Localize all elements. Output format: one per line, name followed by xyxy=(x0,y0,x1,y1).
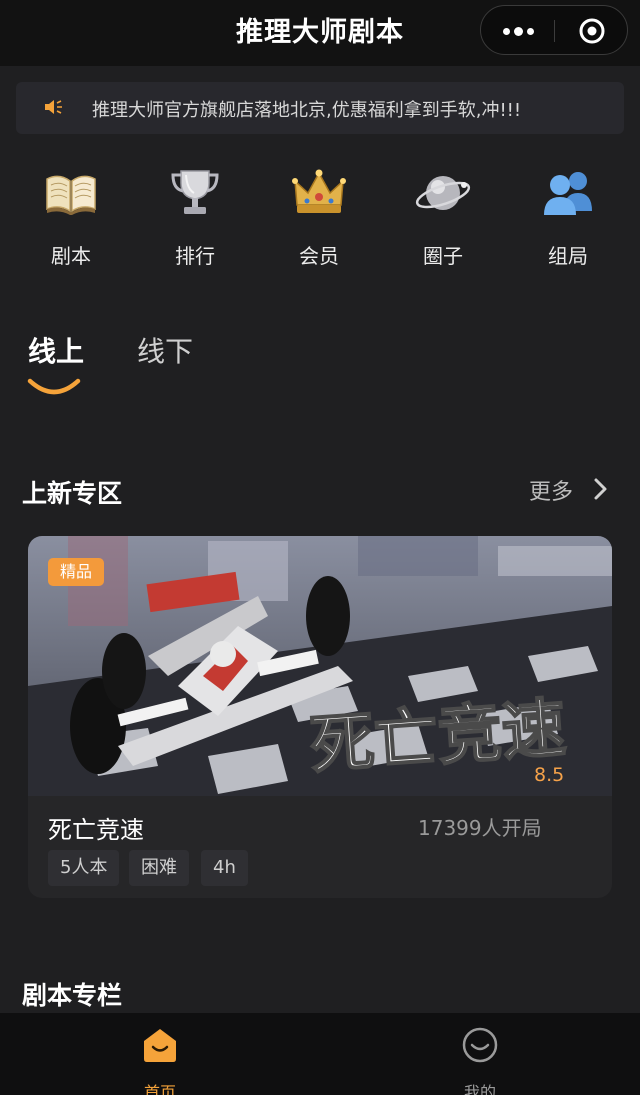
script-name: 死亡竞速 xyxy=(48,816,144,844)
players-count: 17399人开局 xyxy=(418,816,542,840)
planet-icon xyxy=(415,176,471,210)
tag-difficulty: 困难 xyxy=(129,850,189,886)
section-title-new: 上新专区 xyxy=(22,479,123,508)
more-link-label: 更多 xyxy=(528,480,573,505)
profile-icon xyxy=(462,1027,498,1063)
capsule-divider xyxy=(554,20,555,42)
crown-icon xyxy=(292,169,346,213)
script-poster: 死亡竞速 xyxy=(28,536,612,796)
category-group[interactable]: 组局 xyxy=(520,165,616,275)
chevron-right-icon[interactable] xyxy=(590,477,610,501)
category-label: 会员 xyxy=(299,244,339,268)
bottom-tab-bar: 首页 我的 xyxy=(0,1013,640,1095)
active-tab-indicator xyxy=(27,378,81,395)
announcement-text: 推理大师官方旗舰店落地北京,优惠福利拿到手软,冲!!! xyxy=(92,100,522,121)
announcement-bar[interactable]: 推理大师官方旗舰店落地北京,优惠福利拿到手软,冲!!! xyxy=(16,82,624,134)
book-icon xyxy=(46,175,96,215)
script-card[interactable]: 死亡竞速 精品 8.5 死亡竞速 17399人开局 5人本 困难 4h xyxy=(28,536,612,898)
category-scripts[interactable]: 剧本 xyxy=(23,165,119,275)
tab-offline[interactable]: 线下 xyxy=(137,330,193,370)
mini-program-capsule xyxy=(480,5,628,55)
group-icon xyxy=(544,172,592,215)
tabbar-label: 我的 xyxy=(463,1083,496,1095)
more-options-icon[interactable] xyxy=(501,20,535,42)
app-screen: 推理大师剧本 推理大师官方旗舰店落地北京,优惠福利拿到手软,冲!!! 剧本 排行… xyxy=(0,0,640,1095)
section-title-column: 剧本专栏 xyxy=(22,981,123,1010)
category-label: 组局 xyxy=(548,244,588,268)
category-label: 圈子 xyxy=(423,244,463,268)
tabbar-label: 首页 xyxy=(143,1083,176,1095)
category-community[interactable]: 圈子 xyxy=(395,165,491,275)
premium-badge: 精品 xyxy=(48,558,104,586)
speaker-icon xyxy=(45,100,62,114)
tag-duration: 4h xyxy=(201,850,248,886)
tag-player-count: 5人本 xyxy=(48,850,120,886)
category-label: 剧本 xyxy=(51,244,91,268)
tab-online[interactable]: 线上 xyxy=(28,330,84,370)
close-target-icon[interactable] xyxy=(577,16,607,46)
category-label: 排行 xyxy=(175,244,215,268)
navigation-bar: 推理大师剧本 xyxy=(0,0,640,66)
rating-score: 8.5 xyxy=(534,764,565,786)
home-icon xyxy=(144,1029,176,1062)
trophy-icon xyxy=(171,170,219,214)
category-ranking[interactable]: 排行 xyxy=(147,165,243,275)
category-membership[interactable]: 会员 xyxy=(271,165,367,275)
